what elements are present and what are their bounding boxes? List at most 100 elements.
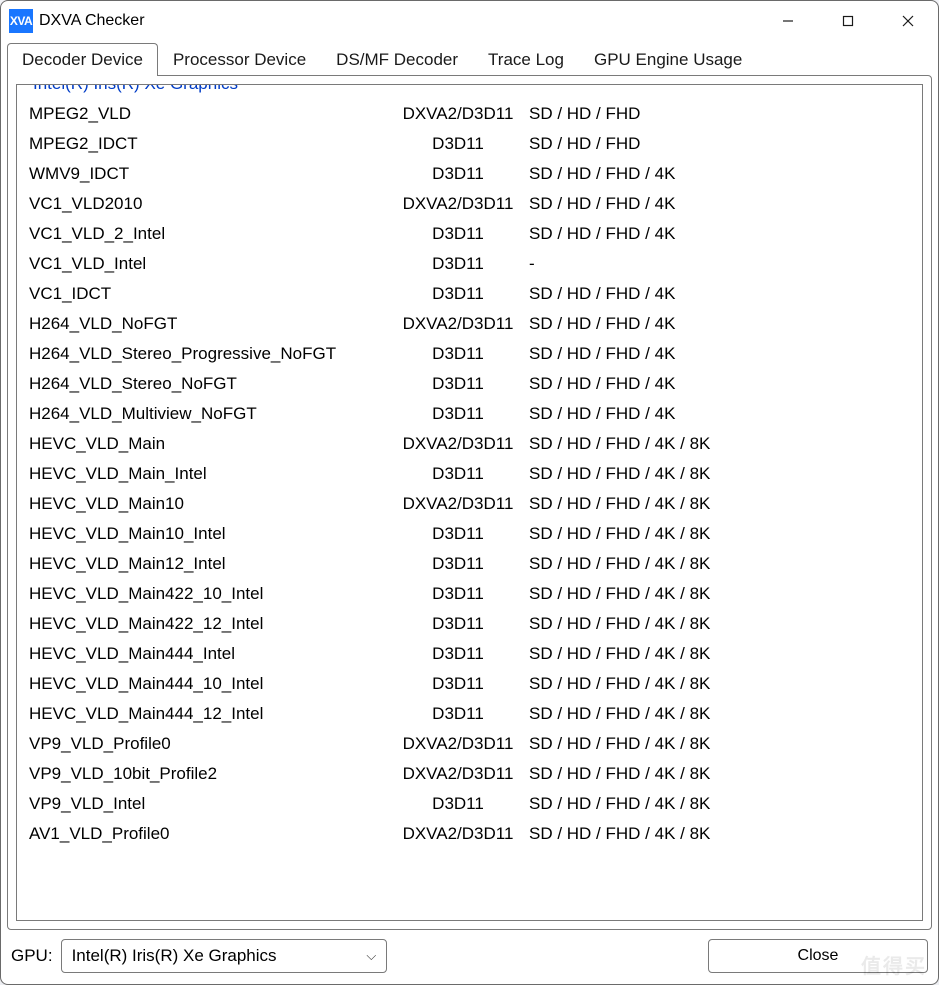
tab-dsmf-decoder[interactable]: DS/MF Decoder bbox=[321, 43, 473, 76]
codec-row[interactable]: HEVC_VLD_Main10DXVA2/D3D11SD / HD / FHD … bbox=[23, 489, 916, 519]
codec-resolutions: SD / HD / FHD / 4K / 8K bbox=[523, 639, 916, 669]
codec-api: D3D11 bbox=[393, 369, 523, 399]
codec-api: D3D11 bbox=[393, 249, 523, 279]
codec-row[interactable]: H264_VLD_Stereo_Progressive_NoFGTD3D11SD… bbox=[23, 339, 916, 369]
codec-name: HEVC_VLD_Main_Intel bbox=[23, 459, 393, 489]
codec-resolutions: SD / HD / FHD / 4K bbox=[523, 189, 916, 219]
codec-resolutions: SD / HD / FHD / 4K / 8K bbox=[523, 459, 916, 489]
close-button-label: Close bbox=[798, 947, 839, 965]
codec-resolutions: SD / HD / FHD / 4K bbox=[523, 309, 916, 339]
codec-name: H264_VLD_Multiview_NoFGT bbox=[23, 399, 393, 429]
close-button[interactable]: Close bbox=[708, 939, 928, 973]
codec-name: AV1_VLD_Profile0 bbox=[23, 819, 393, 849]
tab-panel: Intel(R) Iris(R) Xe Graphics MPEG2_VLDDX… bbox=[7, 75, 932, 930]
codec-row[interactable]: HEVC_VLD_Main12_IntelD3D11SD / HD / FHD … bbox=[23, 549, 916, 579]
titlebar: XVA DXVA Checker bbox=[1, 1, 938, 41]
codec-api: D3D11 bbox=[393, 279, 523, 309]
codec-name: HEVC_VLD_Main444_12_Intel bbox=[23, 699, 393, 729]
close-window-button[interactable] bbox=[878, 1, 938, 41]
codec-row[interactable]: HEVC_VLD_Main10_IntelD3D11SD / HD / FHD … bbox=[23, 519, 916, 549]
codec-row[interactable]: VC1_IDCTD3D11SD / HD / FHD / 4K bbox=[23, 279, 916, 309]
codec-name: HEVC_VLD_Main444_Intel bbox=[23, 639, 393, 669]
codec-name: HEVC_VLD_Main422_12_Intel bbox=[23, 609, 393, 639]
tabbar: Decoder Device Processor Device DS/MF De… bbox=[1, 41, 938, 75]
gpu-select-value: Intel(R) Iris(R) Xe Graphics bbox=[72, 946, 277, 966]
tab-decoder-device[interactable]: Decoder Device bbox=[7, 43, 158, 76]
codec-name: VP9_VLD_10bit_Profile2 bbox=[23, 759, 393, 789]
codec-name: MPEG2_VLD bbox=[23, 99, 393, 129]
codec-api: DXVA2/D3D11 bbox=[393, 729, 523, 759]
codec-row[interactable]: HEVC_VLD_MainDXVA2/D3D11SD / HD / FHD / … bbox=[23, 429, 916, 459]
codec-row[interactable]: H264_VLD_Stereo_NoFGTD3D11SD / HD / FHD … bbox=[23, 369, 916, 399]
codec-row[interactable]: HEVC_VLD_Main444_10_IntelD3D11SD / HD / … bbox=[23, 669, 916, 699]
codec-name: HEVC_VLD_Main10_Intel bbox=[23, 519, 393, 549]
codec-row[interactable]: HEVC_VLD_Main444_12_IntelD3D11SD / HD / … bbox=[23, 699, 916, 729]
codec-name: HEVC_VLD_Main444_10_Intel bbox=[23, 669, 393, 699]
codec-api: D3D11 bbox=[393, 399, 523, 429]
app-window: XVA DXVA Checker Decoder Device Processo… bbox=[0, 0, 939, 985]
minimize-button[interactable] bbox=[758, 1, 818, 41]
codec-resolutions: SD / HD / FHD / 4K bbox=[523, 369, 916, 399]
codec-api: DXVA2/D3D11 bbox=[393, 819, 523, 849]
codec-row[interactable]: VP9_VLD_Profile0DXVA2/D3D11SD / HD / FHD… bbox=[23, 729, 916, 759]
codec-api: D3D11 bbox=[393, 669, 523, 699]
codec-row[interactable]: HEVC_VLD_Main422_10_IntelD3D11SD / HD / … bbox=[23, 579, 916, 609]
codec-resolutions: SD / HD / FHD / 4K / 8K bbox=[523, 609, 916, 639]
app-icon: XVA bbox=[9, 9, 33, 33]
codec-row[interactable]: AV1_VLD_Profile0DXVA2/D3D11SD / HD / FHD… bbox=[23, 819, 916, 849]
codec-name: HEVC_VLD_Main12_Intel bbox=[23, 549, 393, 579]
codec-api: DXVA2/D3D11 bbox=[393, 429, 523, 459]
codec-name: VC1_VLD_2_Intel bbox=[23, 219, 393, 249]
codec-resolutions: SD / HD / FHD / 4K / 8K bbox=[523, 489, 916, 519]
codec-name: HEVC_VLD_Main bbox=[23, 429, 393, 459]
codec-api: D3D11 bbox=[393, 159, 523, 189]
codec-name: VC1_VLD_Intel bbox=[23, 249, 393, 279]
codec-resolutions: SD / HD / FHD / 4K / 8K bbox=[523, 549, 916, 579]
codec-api: D3D11 bbox=[393, 639, 523, 669]
codec-name: VC1_VLD2010 bbox=[23, 189, 393, 219]
codec-row[interactable]: WMV9_IDCTD3D11SD / HD / FHD / 4K bbox=[23, 159, 916, 189]
codec-api: D3D11 bbox=[393, 219, 523, 249]
gpu-label: GPU: bbox=[11, 946, 53, 966]
codec-api: DXVA2/D3D11 bbox=[393, 189, 523, 219]
codec-row[interactable]: VP9_VLD_10bit_Profile2DXVA2/D3D11SD / HD… bbox=[23, 759, 916, 789]
codec-resolutions: SD / HD / FHD / 4K / 8K bbox=[523, 789, 916, 819]
codec-name: H264_VLD_NoFGT bbox=[23, 309, 393, 339]
codec-row[interactable]: H264_VLD_Multiview_NoFGTD3D11SD / HD / F… bbox=[23, 399, 916, 429]
tab-trace-log[interactable]: Trace Log bbox=[473, 43, 579, 76]
codec-name: VC1_IDCT bbox=[23, 279, 393, 309]
codec-api: DXVA2/D3D11 bbox=[393, 489, 523, 519]
codec-resolutions: SD / HD / FHD bbox=[523, 129, 916, 159]
codec-api: DXVA2/D3D11 bbox=[393, 309, 523, 339]
codec-resolutions: SD / HD / FHD / 4K / 8K bbox=[523, 729, 916, 759]
tab-gpu-engine-usage[interactable]: GPU Engine Usage bbox=[579, 43, 757, 76]
codec-row[interactable]: HEVC_VLD_Main_IntelD3D11SD / HD / FHD / … bbox=[23, 459, 916, 489]
codec-resolutions: - bbox=[523, 249, 916, 279]
codec-row[interactable]: VC1_VLD2010DXVA2/D3D11SD / HD / FHD / 4K bbox=[23, 189, 916, 219]
codec-row[interactable]: H264_VLD_NoFGTDXVA2/D3D11SD / HD / FHD /… bbox=[23, 309, 916, 339]
codec-row[interactable]: HEVC_VLD_Main422_12_IntelD3D11SD / HD / … bbox=[23, 609, 916, 639]
codec-row[interactable]: VC1_VLD_2_IntelD3D11SD / HD / FHD / 4K bbox=[23, 219, 916, 249]
codec-name: VP9_VLD_Intel bbox=[23, 789, 393, 819]
gpu-group-legend: Intel(R) Iris(R) Xe Graphics bbox=[27, 84, 244, 94]
codec-row[interactable]: VP9_VLD_IntelD3D11SD / HD / FHD / 4K / 8… bbox=[23, 789, 916, 819]
tab-processor-device[interactable]: Processor Device bbox=[158, 43, 321, 76]
codec-row[interactable]: HEVC_VLD_Main444_IntelD3D11SD / HD / FHD… bbox=[23, 639, 916, 669]
codec-resolutions: SD / HD / FHD bbox=[523, 99, 916, 129]
codec-resolutions: SD / HD / FHD / 4K / 8K bbox=[523, 699, 916, 729]
codec-row[interactable]: VC1_VLD_IntelD3D11- bbox=[23, 249, 916, 279]
codec-name: HEVC_VLD_Main10 bbox=[23, 489, 393, 519]
maximize-button[interactable] bbox=[818, 1, 878, 41]
codec-name: WMV9_IDCT bbox=[23, 159, 393, 189]
codec-row[interactable]: MPEG2_IDCTD3D11SD / HD / FHD bbox=[23, 129, 916, 159]
codec-name: MPEG2_IDCT bbox=[23, 129, 393, 159]
codec-api: D3D11 bbox=[393, 789, 523, 819]
codec-api: D3D11 bbox=[393, 699, 523, 729]
gpu-select[interactable]: Intel(R) Iris(R) Xe Graphics ⌵ bbox=[61, 939, 388, 973]
codec-resolutions: SD / HD / FHD / 4K / 8K bbox=[523, 819, 916, 849]
codec-resolutions: SD / HD / FHD / 4K / 8K bbox=[523, 669, 916, 699]
app-title: DXVA Checker bbox=[39, 1, 145, 41]
codec-api: D3D11 bbox=[393, 549, 523, 579]
codec-row[interactable]: MPEG2_VLDDXVA2/D3D11SD / HD / FHD bbox=[23, 99, 916, 129]
codec-resolutions: SD / HD / FHD / 4K bbox=[523, 279, 916, 309]
